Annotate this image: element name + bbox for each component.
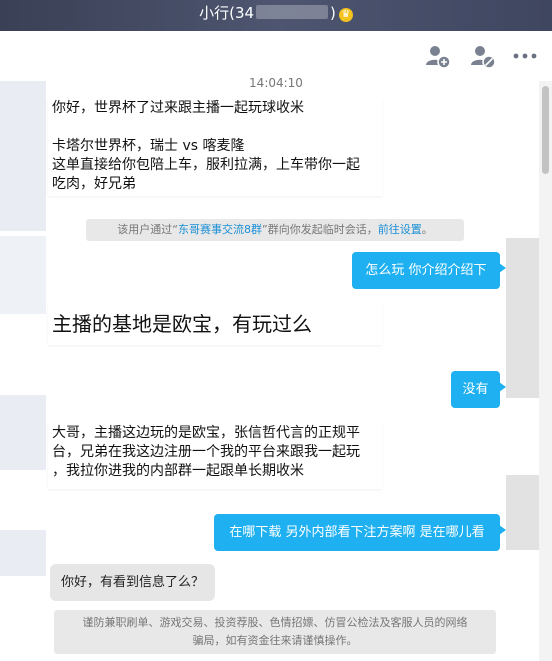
message-line: 大哥，主播这边玩的是欧宝，张信哲代言的正规平 bbox=[52, 425, 360, 441]
message-text: 主播的基地是欧宝，有玩过么 bbox=[52, 312, 312, 336]
contact-name-prefix: 小行(34 bbox=[199, 4, 255, 22]
outgoing-message: 没有 bbox=[451, 371, 506, 408]
background-panel bbox=[506, 238, 539, 398]
background-panel bbox=[0, 395, 46, 470]
message-text: 没有 bbox=[462, 382, 489, 397]
message-text: 在哪下载 另外内部看下注方案啊 是在哪儿看 bbox=[229, 525, 485, 540]
system-notice: 该用户通过“东哥赛事交流8群”群向你发起临时会话，前往设置。 bbox=[86, 219, 464, 241]
chat-toolbar bbox=[0, 31, 552, 81]
background-panel bbox=[506, 475, 539, 550]
message-line: 台，兄弟在我这边注册一个我的平台来跟我一起玩 bbox=[52, 444, 360, 460]
more-icon[interactable] bbox=[512, 43, 538, 69]
warning-line: 谨防兼职刷单、游戏交易、投资荐股、色情招嫖、仿冒公检法及客服人员的网络 bbox=[82, 616, 468, 629]
outgoing-message: 在哪下载 另外内部看下注方案啊 是在哪儿看 bbox=[214, 514, 506, 551]
message-text: 你好，有看到信息了么？ bbox=[61, 575, 205, 590]
redacted-number bbox=[256, 5, 329, 19]
incoming-message: 主播的基地是欧宝，有玩过么 bbox=[48, 303, 382, 345]
background-panel bbox=[0, 236, 46, 314]
message-timestamp: 14:04:10 bbox=[249, 76, 303, 90]
window-title-bar: 小行(34) ♛ bbox=[0, 0, 552, 31]
warning-line: 骗局，如有资金往来请谨慎操作。 bbox=[192, 634, 358, 647]
message-line: 你好，世界杯了过来跟主播一起玩球收米 bbox=[52, 100, 304, 116]
incoming-message: 大哥，主播这边玩的是欧宝，张信哲代言的正规平 台，兄弟在我这边注册一个我的平台来… bbox=[48, 423, 382, 489]
contact-name-suffix: ) bbox=[330, 4, 336, 22]
message-text: 怎么玩 你介绍介绍下 bbox=[365, 263, 487, 278]
notice-text: 该用户通过“ bbox=[117, 223, 178, 236]
background-panel bbox=[0, 530, 46, 576]
scrollbar-thumb[interactable] bbox=[542, 86, 549, 174]
message-line: ，我拉你进我的内部群一起跟单长期收米 bbox=[52, 463, 304, 479]
background-panel bbox=[0, 81, 46, 231]
message-line: 这单直接给你包陪上车，服利拉满，上车带你一起 bbox=[52, 157, 360, 173]
message-line: 卡塔尔世界杯，瑞士 vs 喀麦隆 bbox=[52, 138, 245, 154]
incoming-message: 你好，有看到信息了么？ bbox=[50, 564, 215, 601]
notice-text: ”群向你发起临时会话， bbox=[262, 223, 378, 236]
settings-link[interactable]: 前往设置 bbox=[378, 223, 422, 236]
incoming-message: 你好，世界杯了过来跟主播一起玩球收米 卡塔尔世界杯，瑞士 vs 喀麦隆 这单直接… bbox=[48, 98, 382, 196]
crown-icon: ♛ bbox=[338, 8, 353, 22]
outgoing-message: 怎么玩 你介绍介绍下 bbox=[352, 252, 506, 289]
notice-text: 。 bbox=[421, 223, 433, 236]
security-warning: 谨防兼职刷单、游戏交易、投资荐股、色情招嫖、仿冒公检法及客服人员的网络 骗局，如… bbox=[54, 610, 496, 654]
message-line: 吃肉，好兄弟 bbox=[52, 176, 136, 192]
add-friend-icon[interactable] bbox=[425, 43, 451, 69]
block-user-icon[interactable] bbox=[470, 43, 496, 69]
group-link[interactable]: 东哥赛事交流8群 bbox=[178, 223, 262, 236]
